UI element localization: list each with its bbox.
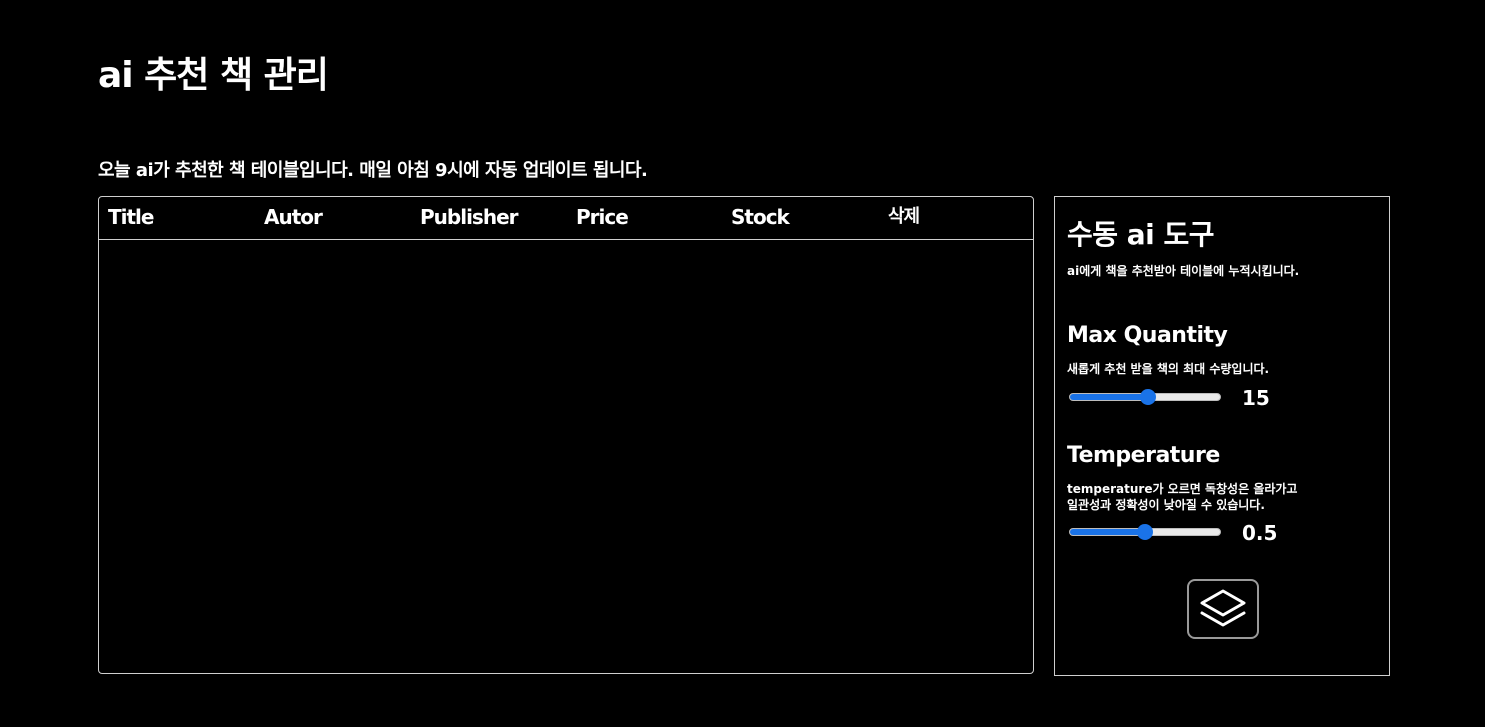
temperature-slider-row: 0.5 — [1067, 521, 1327, 545]
temperature-slider-fill — [1070, 529, 1145, 535]
temperature-description-line-2: 일관성과 정확성이 낮아질 수 있습니다. — [1067, 498, 1265, 512]
panel-title: 수동 ai 도구 — [1067, 218, 1215, 251]
table-header-row: Title Autor Publisher Price Stock 삭제 — [99, 197, 1033, 240]
panel-description: ai에게 책을 추천받아 테이블에 누적시킵니다. — [1067, 264, 1300, 278]
temperature-description: temperature가 오르면 독창성은 올라가고 일관성과 정확성이 낮아질… — [1067, 481, 1367, 513]
temperature-slider[interactable] — [1069, 524, 1221, 540]
column-header-delete: 삭제 — [888, 206, 920, 227]
max-quantity-slider[interactable] — [1069, 389, 1221, 405]
recommended-books-table: Title Autor Publisher Price Stock 삭제 — [98, 196, 1034, 674]
temperature-description-line-1: temperature가 오르면 독창성은 올라가고 — [1067, 482, 1298, 496]
fetch-recommendations-button[interactable] — [1187, 579, 1259, 639]
column-header-publisher[interactable]: Publisher — [420, 204, 518, 230]
max-quantity-slider-row: 15 — [1067, 386, 1327, 410]
page-title: ai 추천 책 관리 — [98, 55, 329, 96]
temperature-slider-thumb[interactable] — [1137, 524, 1153, 540]
layers-icon — [1200, 589, 1246, 627]
page: ai 추천 책 관리 오늘 ai가 추천한 책 테이블입니다. 매일 아침 9시… — [0, 0, 1485, 727]
max-quantity-description: 새롭게 추천 받을 책의 최대 수량입니다. — [1067, 362, 1270, 376]
temperature-value: 0.5 — [1242, 521, 1278, 545]
column-header-price[interactable]: Price — [576, 204, 629, 230]
manual-ai-tool-panel: 수동 ai 도구 ai에게 책을 추천받아 테이블에 누적시킵니다. Max Q… — [1054, 196, 1390, 676]
column-header-stock[interactable]: Stock — [731, 204, 790, 230]
max-quantity-slider-fill — [1070, 394, 1148, 400]
column-header-autor[interactable]: Autor — [264, 204, 323, 230]
max-quantity-label: Max Quantity — [1067, 323, 1228, 348]
column-header-title[interactable]: Title — [108, 204, 154, 230]
max-quantity-slider-thumb[interactable] — [1140, 389, 1156, 405]
table-body — [99, 240, 1033, 673]
page-subtitle: 오늘 ai가 추천한 책 테이블입니다. 매일 아침 9시에 자동 업데이트 됩… — [98, 160, 648, 181]
max-quantity-value: 15 — [1242, 386, 1270, 410]
temperature-label: Temperature — [1067, 443, 1220, 468]
